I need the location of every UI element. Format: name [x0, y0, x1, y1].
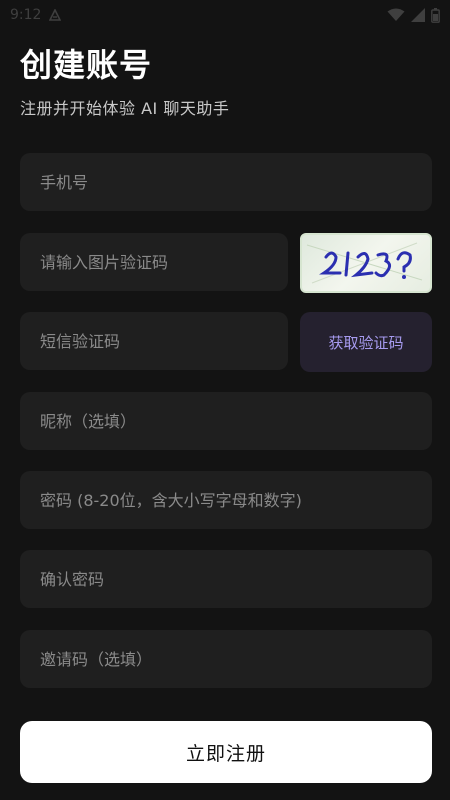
notification-icon: [49, 9, 62, 21]
cellular-icon: [411, 8, 425, 22]
status-bar-left: 9:12: [10, 7, 62, 23]
captcha-image[interactable]: [300, 233, 432, 293]
confirm-password-input[interactable]: [40, 569, 412, 589]
nickname-field[interactable]: [20, 392, 432, 450]
phone-field[interactable]: [20, 153, 432, 211]
page-subtitle: 注册并开始体验 AI 聊天助手: [20, 99, 230, 118]
phone-input[interactable]: [40, 172, 412, 192]
invite-code-field[interactable]: [20, 630, 432, 688]
invite-code-input[interactable]: [40, 649, 412, 669]
register-button[interactable]: 立即注册: [20, 721, 432, 783]
status-time: 9:12: [10, 7, 42, 23]
sms-code-field[interactable]: [20, 312, 288, 370]
status-bar-right: [387, 7, 440, 23]
password-field[interactable]: [20, 471, 432, 529]
password-input[interactable]: [40, 490, 412, 510]
battery-icon: [431, 7, 440, 23]
captcha-glyphs: [306, 242, 423, 284]
nickname-input[interactable]: [40, 411, 412, 431]
register-screen: 9:12 创建账号 注册并开始体验 AI 聊天助手 手机号 请输入图片验证码 短…: [0, 0, 450, 800]
image-captcha-input[interactable]: [40, 252, 268, 272]
sms-code-input[interactable]: [40, 331, 268, 351]
get-sms-code-button[interactable]: 获取验证码: [300, 312, 432, 372]
confirm-password-field[interactable]: [20, 550, 432, 608]
page-title: 创建账号: [20, 46, 153, 84]
status-bar: 9:12: [0, 0, 450, 30]
image-captcha-field[interactable]: [20, 233, 288, 291]
wifi-icon: [387, 8, 405, 22]
